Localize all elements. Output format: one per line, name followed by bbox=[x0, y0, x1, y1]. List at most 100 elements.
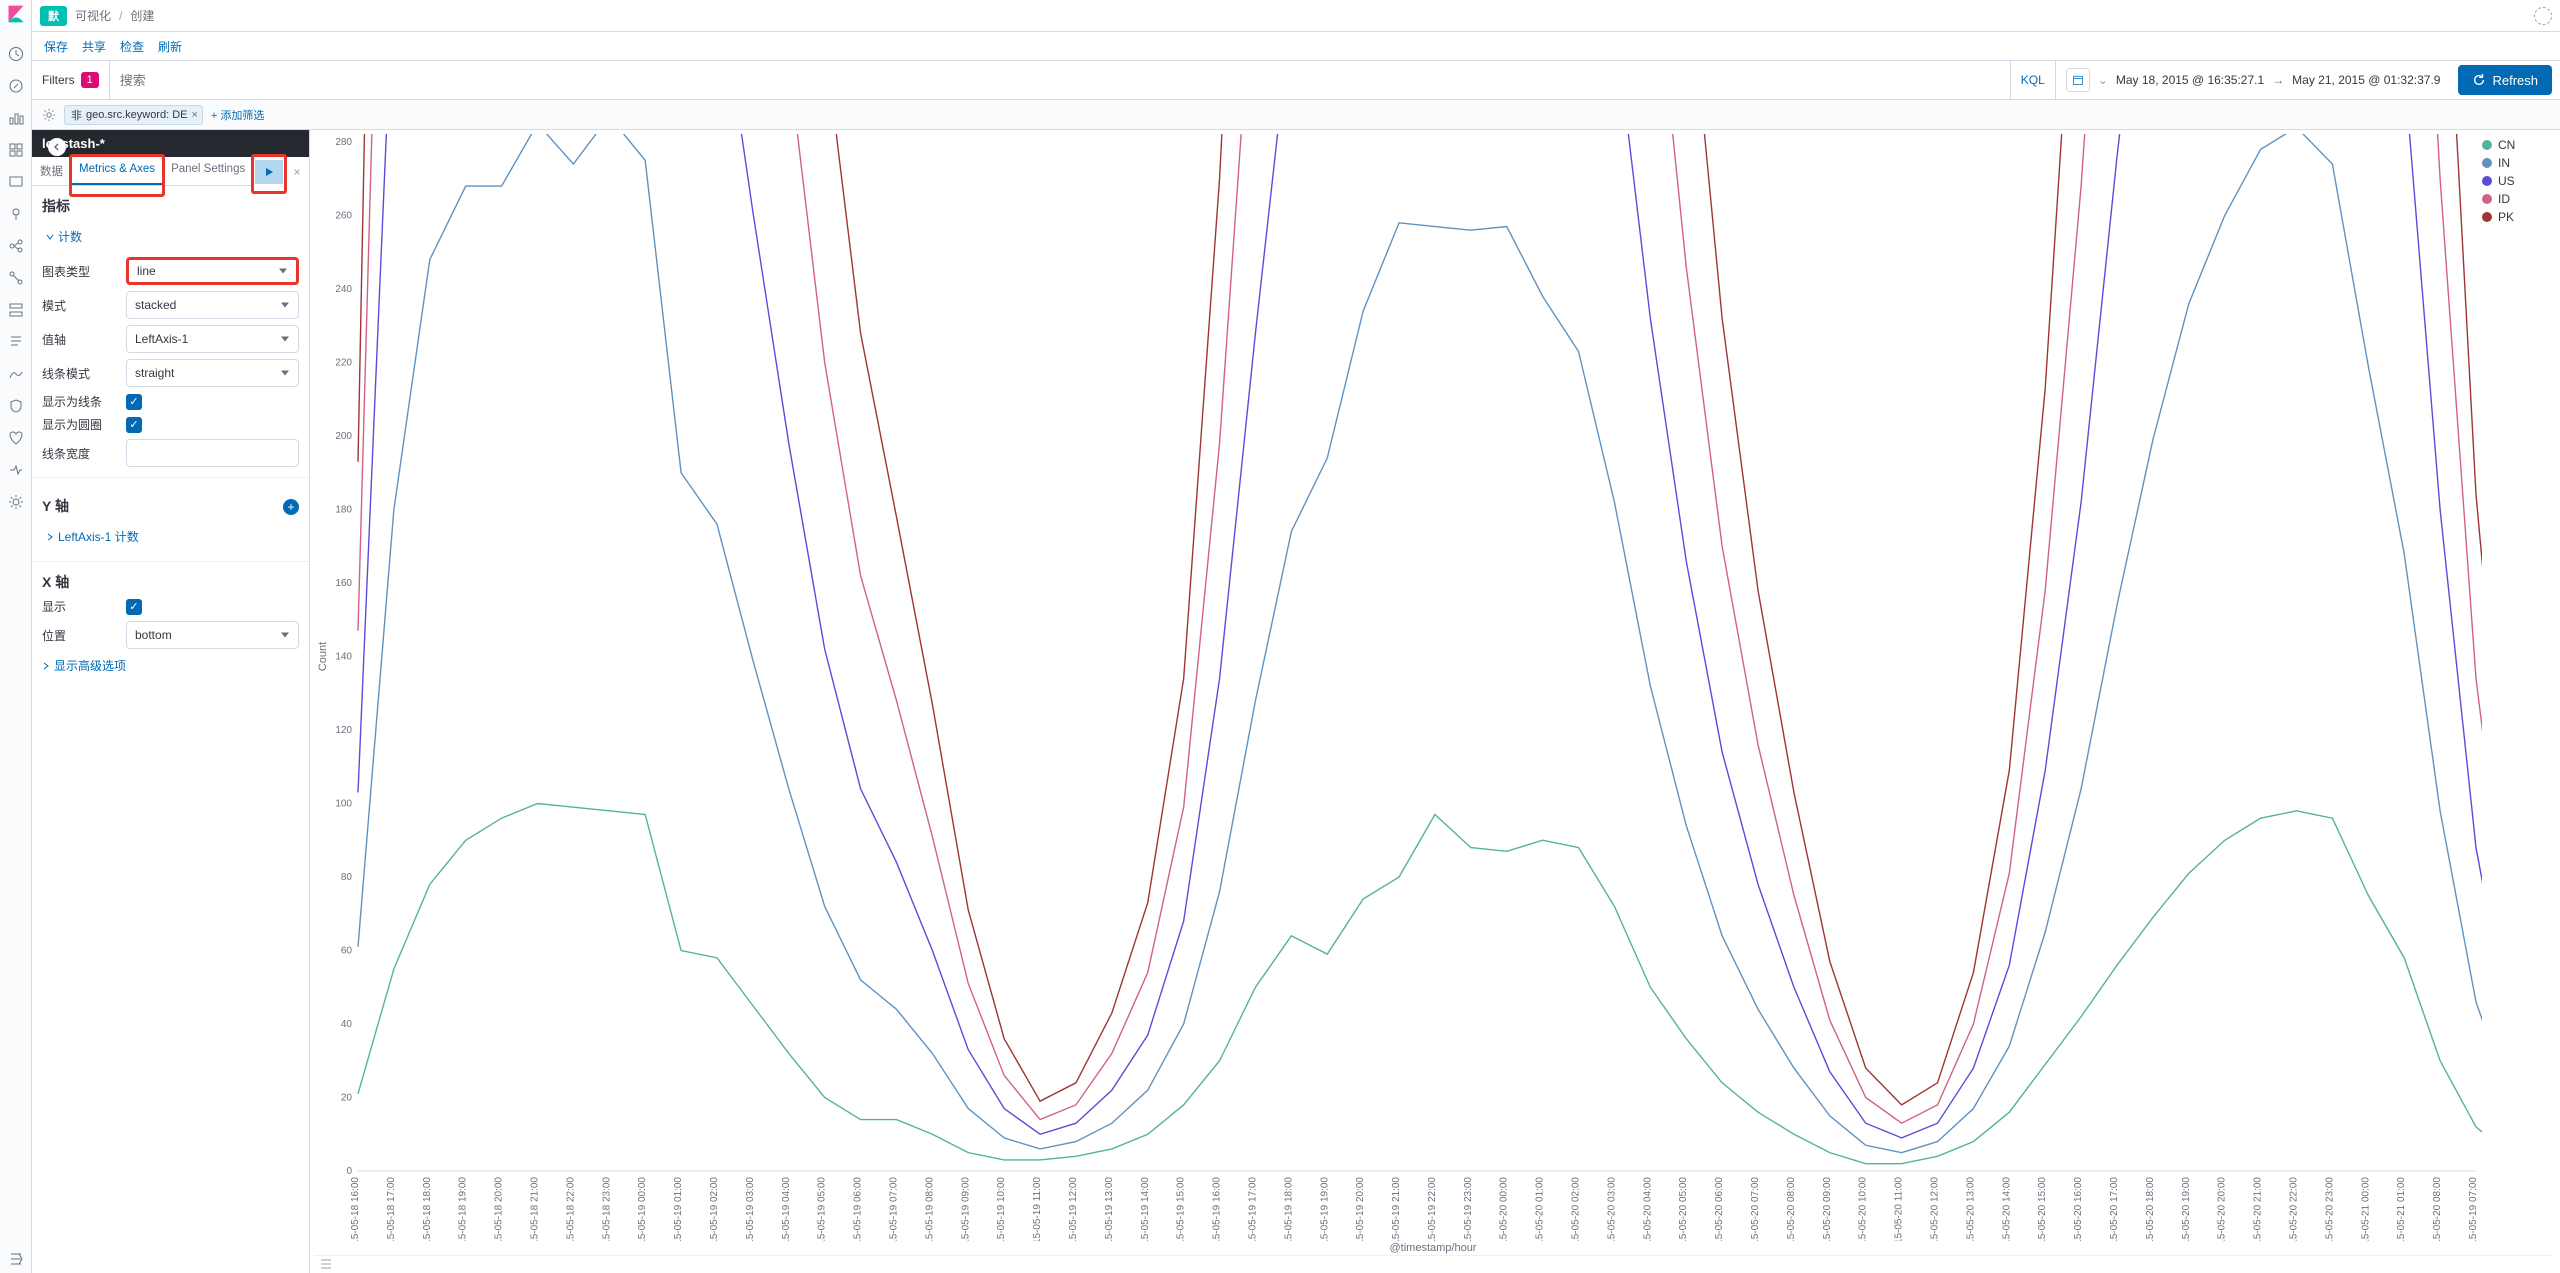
filter-pill[interactable]: 非 geo.src.keyword: DE × bbox=[64, 105, 203, 125]
calendar-icon[interactable] bbox=[2066, 68, 2090, 92]
legend-item[interactable]: PK bbox=[2482, 210, 2552, 224]
line-width-input[interactable] bbox=[126, 439, 299, 467]
svg-text:2015-05-19 06:00: 2015-05-19 06:00 bbox=[853, 1177, 864, 1241]
index-pattern-selector[interactable]: logstash-* bbox=[32, 130, 309, 157]
svg-text:220: 220 bbox=[335, 358, 352, 369]
side-nav-rail bbox=[0, 0, 32, 1273]
svg-text:140: 140 bbox=[335, 652, 352, 663]
uptime-icon[interactable] bbox=[8, 430, 24, 446]
show-line-checkbox[interactable]: ✓ bbox=[126, 394, 142, 410]
svg-text:160: 160 bbox=[335, 578, 352, 589]
maps-icon[interactable] bbox=[8, 206, 24, 222]
mode-select[interactable]: stacked bbox=[126, 291, 299, 319]
legend-item[interactable]: ID bbox=[2482, 192, 2552, 206]
svg-text:2015-05-20 00:00: 2015-05-20 00:00 bbox=[1499, 1177, 1510, 1241]
infra-icon[interactable] bbox=[8, 302, 24, 318]
discover-icon[interactable] bbox=[8, 78, 24, 94]
date-from: May 18, 2015 @ 16:35:27.1 bbox=[2116, 73, 2264, 87]
collapse-sidebar-icon[interactable] bbox=[48, 138, 66, 156]
svg-text:20: 20 bbox=[341, 1093, 353, 1104]
legend-item[interactable]: CN bbox=[2482, 138, 2552, 152]
svg-text:2015-05-19 22:00: 2015-05-19 22:00 bbox=[1427, 1177, 1438, 1241]
y-axis-item[interactable]: LeftAxis-1 计数 bbox=[42, 522, 299, 551]
chart-canvas[interactable]: 020406080100120140160180200220240260280C… bbox=[314, 134, 2482, 1241]
chart-type-select[interactable]: line bbox=[126, 257, 299, 285]
help-icon[interactable] bbox=[2534, 7, 2552, 25]
logs-icon[interactable] bbox=[8, 334, 24, 350]
app-root: 默 可视化 / 创建 保存 共享 检查 刷新 Filters 1 KQL ⌄ bbox=[0, 0, 2560, 1273]
breadcrumb-item[interactable]: 可视化 bbox=[75, 7, 111, 24]
security-icon[interactable] bbox=[8, 398, 24, 414]
add-filter-link[interactable]: + 添加筛选 bbox=[211, 107, 264, 123]
svg-text:2015-05-18 16:00: 2015-05-18 16:00 bbox=[350, 1177, 361, 1241]
x-position-select[interactable]: bottom bbox=[126, 621, 299, 649]
collapse-nav-icon[interactable] bbox=[8, 1257, 24, 1273]
svg-text:2015-05-20 09:00: 2015-05-20 09:00 bbox=[1822, 1177, 1833, 1241]
filters-button[interactable]: Filters 1 bbox=[32, 61, 110, 99]
visualize-icon[interactable] bbox=[8, 110, 24, 126]
svg-text:2015-05-20 01:00: 2015-05-20 01:00 bbox=[1535, 1177, 1546, 1241]
graph-icon[interactable] bbox=[8, 270, 24, 286]
legend-item[interactable]: IN bbox=[2482, 156, 2552, 170]
legend-item[interactable]: US bbox=[2482, 174, 2552, 188]
x-axis-heading: X 轴 bbox=[42, 572, 299, 592]
main-column: 默 可视化 / 创建 保存 共享 检查 刷新 Filters 1 KQL ⌄ bbox=[32, 0, 2560, 1273]
svg-text:2015-05-18 18:00: 2015-05-18 18:00 bbox=[422, 1177, 433, 1241]
share-link[interactable]: 共享 bbox=[82, 38, 106, 55]
refresh-button[interactable]: Refresh bbox=[2458, 65, 2552, 95]
refresh-link[interactable]: 刷新 bbox=[158, 38, 182, 55]
dashboard-icon[interactable] bbox=[8, 142, 24, 158]
save-link[interactable]: 保存 bbox=[44, 38, 68, 55]
kql-toggle[interactable]: KQL bbox=[2010, 61, 2055, 99]
recent-icon[interactable] bbox=[8, 46, 24, 62]
label-x-position: 位置 bbox=[42, 627, 118, 644]
canvas-icon[interactable] bbox=[8, 174, 24, 190]
date-picker[interactable]: ⌄ May 18, 2015 @ 16:35:27.1 → May 21, 20… bbox=[2055, 61, 2451, 99]
x-show-checkbox[interactable]: ✓ bbox=[126, 599, 142, 615]
svg-text:2015-05-20 13:00: 2015-05-20 13:00 bbox=[1965, 1177, 1976, 1241]
label-value-axis: 值轴 bbox=[42, 331, 118, 348]
close-icon[interactable]: × bbox=[191, 109, 197, 121]
date-to: May 21, 2015 @ 01:32:37.9 bbox=[2292, 73, 2440, 87]
add-y-axis-button[interactable]: + bbox=[283, 499, 299, 515]
show-circle-checkbox[interactable]: ✓ bbox=[126, 417, 142, 433]
breadcrumb-sep-icon: / bbox=[119, 9, 122, 23]
siem-icon[interactable] bbox=[8, 462, 24, 478]
apply-button[interactable] bbox=[255, 160, 283, 184]
svg-text:2015-05-19 17:00: 2015-05-19 17:00 bbox=[1247, 1177, 1258, 1241]
ml-icon[interactable] bbox=[8, 238, 24, 254]
search-input[interactable] bbox=[110, 61, 2010, 99]
tab-data[interactable]: 数据 bbox=[32, 157, 71, 185]
space-badge[interactable]: 默 bbox=[40, 6, 67, 26]
top-links: 保存 共享 检查 刷新 bbox=[32, 32, 2560, 60]
list-icon[interactable] bbox=[320, 1258, 332, 1270]
svg-text:2015-05-19 02:00: 2015-05-19 02:00 bbox=[709, 1177, 720, 1241]
svg-text:2015-05-19 03:00: 2015-05-19 03:00 bbox=[745, 1177, 756, 1241]
label-show-circle: 显示为圆圈 bbox=[42, 416, 118, 433]
management-icon[interactable] bbox=[8, 494, 24, 510]
svg-text:2015-05-18 19:00: 2015-05-18 19:00 bbox=[458, 1177, 469, 1241]
breadcrumb-item: 创建 bbox=[130, 7, 154, 24]
arrow-right-icon: → bbox=[2272, 73, 2284, 87]
discard-icon[interactable]: × bbox=[285, 165, 309, 179]
svg-text:2015-05-18 17:00: 2015-05-18 17:00 bbox=[386, 1177, 397, 1241]
advanced-options-link[interactable]: 显示高级选项 bbox=[42, 657, 299, 674]
svg-text:2015-05-20 06:00: 2015-05-20 06:00 bbox=[1714, 1177, 1725, 1241]
value-axis-select[interactable]: LeftAxis-1 bbox=[126, 325, 299, 353]
svg-text:2015-05-20 19:00: 2015-05-20 19:00 bbox=[2181, 1177, 2192, 1241]
kibana-logo-icon[interactable] bbox=[6, 4, 26, 24]
section-metrics-heading: 指标 bbox=[42, 196, 299, 216]
tab-panel-settings[interactable]: Panel Settings bbox=[163, 157, 253, 185]
svg-text:280: 280 bbox=[335, 137, 352, 148]
svg-text:240: 240 bbox=[335, 284, 352, 295]
apm-icon[interactable] bbox=[8, 366, 24, 382]
tab-metrics-axes[interactable]: Metrics & Axes bbox=[71, 157, 163, 185]
gear-icon[interactable] bbox=[42, 108, 56, 122]
accordion-count[interactable]: 计数 bbox=[42, 222, 299, 251]
line-mode-select[interactable]: straight bbox=[126, 359, 299, 387]
legend-dot-icon bbox=[2482, 212, 2492, 222]
svg-text:2015-05-18 22:00: 2015-05-18 22:00 bbox=[565, 1177, 576, 1241]
inspect-link[interactable]: 检查 bbox=[120, 38, 144, 55]
svg-text:2015-05-19 21:00: 2015-05-19 21:00 bbox=[1391, 1177, 1402, 1241]
legend-dot-icon bbox=[2482, 176, 2492, 186]
